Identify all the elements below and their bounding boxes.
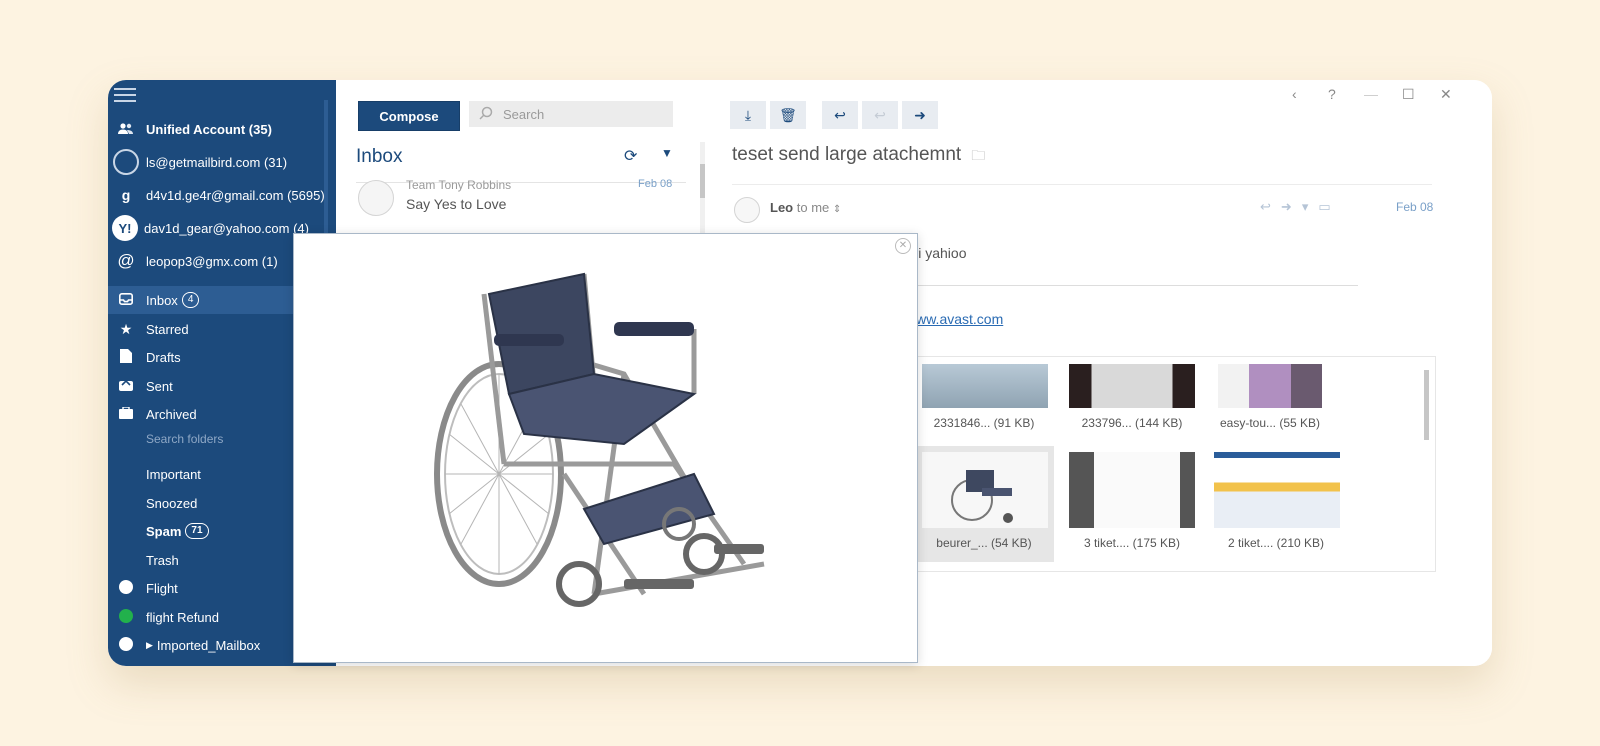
inbox-tray-icon (118, 292, 134, 308)
help-icon[interactable]: ? (1328, 86, 1336, 102)
label-color-dot (119, 608, 133, 623)
email-subject: teset send large atachemnt 🗀 (732, 144, 985, 169)
forward-icon: ➜ (914, 106, 926, 123)
attachment-thumbnail[interactable] (1218, 364, 1322, 408)
attachment-label[interactable]: easy-tou... (55 KB) (1200, 416, 1340, 430)
wheelchair-thumbnail-icon (951, 470, 1013, 523)
label-color-dot (119, 636, 133, 651)
people-icon (112, 115, 140, 143)
mailbird-icon (113, 149, 139, 175)
download-button[interactable]: ⤓ (730, 101, 766, 129)
folder-label: Starred (146, 321, 189, 337)
folder-label: Imported_Mailbox (156, 637, 261, 653)
expand-triangle-icon[interactable]: ▶ (146, 640, 153, 651)
account-label: dav1d_gear@yahoo.com (4) (144, 220, 309, 236)
refresh-icon[interactable]: ⟳ (624, 146, 637, 166)
account-label: Unified Account (35) (146, 121, 272, 137)
email-date: Feb 08 (1396, 200, 1434, 214)
sent-tray-icon (118, 378, 134, 394)
reply-icon: ↩ (834, 106, 846, 123)
attachment-label[interactable]: beurer_... (54 KB) (914, 536, 1054, 550)
unread-badge: 71 (185, 523, 209, 539)
attachments-scrollbar[interactable] (1424, 370, 1429, 440)
sender-avatar (734, 197, 760, 223)
search-folders-link[interactable]: Search folders (146, 432, 223, 446)
message-subject: Say Yes to Love (406, 196, 507, 212)
recipient-text: to me (796, 200, 830, 215)
reply-all-button[interactable]: ↩ (862, 101, 898, 129)
back-icon[interactable]: ‹ (1292, 86, 1297, 102)
message-sender: Team Tony Robbins (406, 178, 512, 192)
trash-icon: 🗑 (779, 106, 797, 123)
folder-label: Spam (146, 523, 182, 539)
folder-label: Inbox (146, 292, 178, 308)
sender-name[interactable]: Leo (770, 200, 793, 215)
reply-button[interactable]: ↩ (822, 101, 858, 129)
search-placeholder: Search (503, 106, 545, 122)
close-icon[interactable]: ✕ (895, 238, 911, 254)
message-actions: ↩➜▾▭ (1260, 199, 1341, 215)
attachment-label[interactable]: 2 tiket.... (210 KB) (1206, 536, 1346, 550)
document-icon (118, 348, 134, 366)
account-label: ls@getmailbird.com (31) (146, 154, 288, 170)
account-unified[interactable]: Unified Account (35) (108, 114, 336, 144)
folder-move-icon[interactable]: 🗀 (971, 147, 985, 163)
hamburger-menu-icon[interactable] (114, 88, 136, 104)
list-title: Inbox (356, 146, 403, 167)
wheelchair-image (434, 272, 765, 607)
folder-label: Snoozed (146, 495, 198, 511)
at-icon: @ (117, 251, 135, 270)
account-label: d4v1d.ge4r@gmail.com (5695) (146, 187, 325, 203)
yahoo-icon: Y! (112, 215, 138, 241)
attachment-label[interactable]: 3 tiket.... (175 KB) (1062, 536, 1202, 550)
comment-icon[interactable]: ▭ (1318, 199, 1340, 214)
folder-label: Archived (146, 406, 197, 422)
label-color-dot (119, 579, 133, 594)
avatar (358, 180, 394, 216)
download-icon: ⤓ (744, 106, 752, 123)
maximize-icon[interactable]: ☐ (1402, 86, 1415, 103)
unread-badge: 4 (181, 292, 200, 308)
divider (898, 285, 1358, 286)
email-link[interactable]: www.avast.com (906, 311, 1003, 327)
reply-icon[interactable]: ↩ (1260, 199, 1281, 214)
close-icon[interactable]: ✕ (1440, 86, 1452, 103)
minimize-icon[interactable]: — (1364, 86, 1378, 102)
google-icon: g (121, 187, 131, 203)
account-mailbird[interactable]: ls@getmailbird.com (31) (108, 147, 336, 177)
divider (732, 184, 1432, 185)
attachment-thumbnail[interactable] (1214, 452, 1340, 528)
folder-label: flight Refund (146, 609, 219, 625)
folder-label: Important (146, 466, 201, 482)
folder-label: Flight (146, 580, 178, 596)
forward-button[interactable]: ➜ (902, 101, 938, 129)
account-gmail[interactable]: g d4v1d.ge4r@gmail.com (5695) (108, 180, 336, 210)
archive-box-icon (118, 406, 134, 422)
dropdown-caret-icon[interactable]: ▼ (661, 146, 673, 160)
star-icon: ★ (119, 320, 133, 337)
search-icon (479, 106, 493, 123)
delete-button[interactable]: 🗑 (770, 101, 806, 129)
folder-label: Sent (146, 378, 173, 394)
from-line: Leo to me ⇕ (770, 200, 841, 215)
folder-label: Drafts (146, 349, 181, 365)
forward-icon[interactable]: ➜ (1281, 199, 1302, 214)
email-subject-text: teset send large atachemnt (732, 144, 962, 165)
scrollbar-thumb[interactable] (700, 164, 705, 198)
attachment-thumbnail[interactable] (922, 364, 1048, 408)
account-label: leopop3@gmx.com (1) (146, 253, 278, 269)
more-caret-icon[interactable]: ▾ (1302, 199, 1319, 214)
search-input[interactable]: Search (469, 101, 673, 127)
reply-all-icon: ↩ (874, 106, 886, 123)
attachment-thumbnail[interactable] (922, 452, 1048, 528)
expand-recipients-icon[interactable]: ⇕ (833, 204, 841, 215)
compose-button[interactable]: Compose (358, 101, 460, 131)
attachment-thumbnail[interactable] (1069, 452, 1195, 528)
attachment-label[interactable]: 233796... (144 KB) (1062, 416, 1202, 430)
message-date: Feb 08 (638, 178, 673, 190)
folder-label: Trash (146, 552, 179, 568)
attachment-label[interactable]: 2331846... (91 KB) (914, 416, 1054, 430)
attachment-thumbnail[interactable] (1069, 364, 1195, 408)
attachment-preview-popup[interactable]: ✕ (293, 233, 918, 663)
